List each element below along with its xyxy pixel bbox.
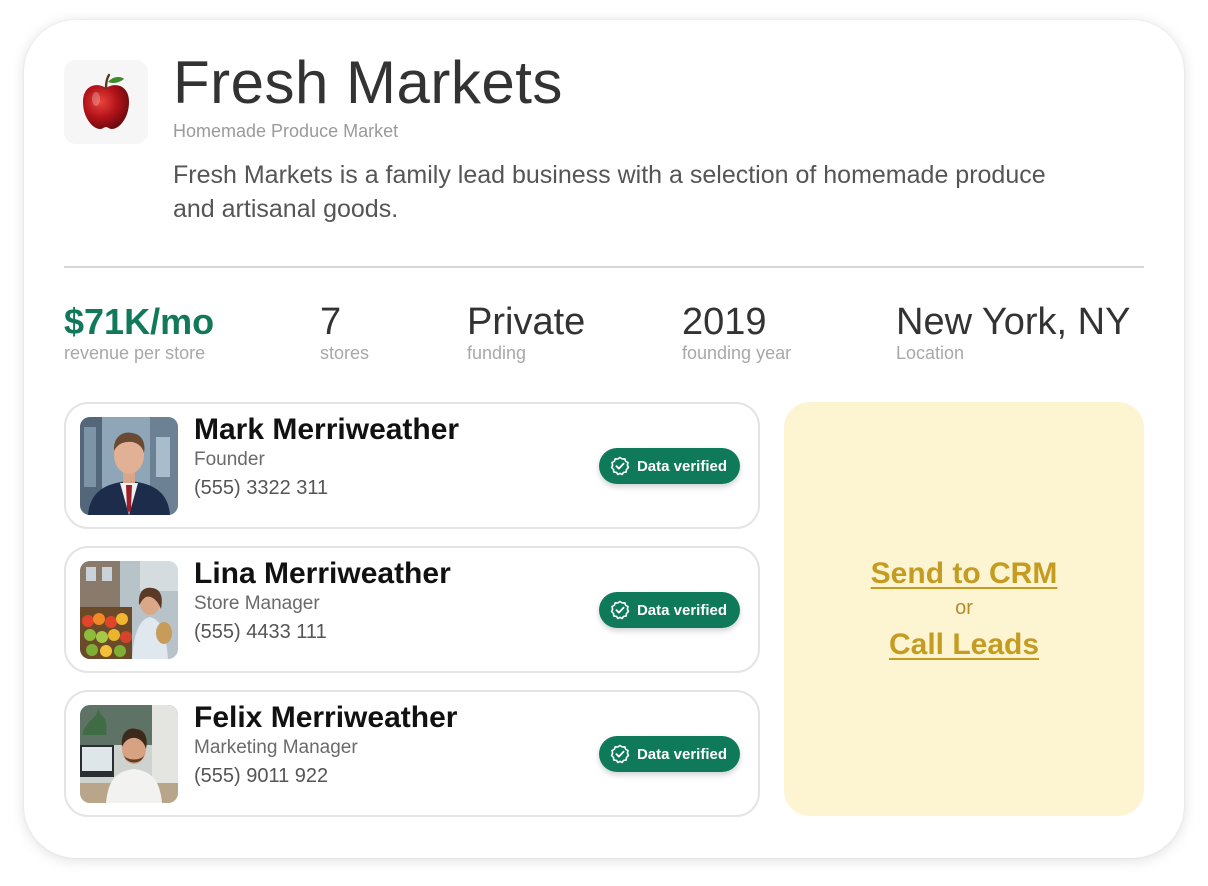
contact-card-mark[interactable]: Mark Merriweather Founder (555) 3322 311… — [64, 402, 760, 529]
verified-check-icon — [610, 744, 630, 764]
stat-label: funding — [467, 343, 527, 363]
contact-phone[interactable]: (555) 3322 311 — [194, 477, 328, 500]
contact-name: Lina Merriweather — [194, 557, 451, 590]
stat-label: Location — [896, 343, 965, 363]
contact-role: Store Manager — [194, 593, 320, 614]
company-description: Fresh Markets is a family lead business … — [173, 161, 1046, 223]
verified-check-icon — [610, 600, 630, 620]
company-name: Fresh Markets — [173, 49, 563, 116]
apple-icon — [83, 73, 129, 129]
or-separator: or — [955, 596, 973, 619]
stat-revenue: $71K/mo revenue per store — [64, 300, 214, 364]
stat-value: New York, NY — [896, 301, 1131, 343]
verified-check-icon — [610, 456, 630, 476]
cta-panel: Send to CRM or Call Leads — [784, 402, 1144, 816]
badge-label: Data verified — [636, 745, 727, 763]
section-divider — [64, 266, 1144, 268]
avatar — [80, 705, 178, 803]
stat-value: 2019 — [682, 301, 767, 343]
stat-value: 7 — [320, 301, 342, 343]
company-subtitle: Homemade Produce Market — [173, 121, 399, 141]
contact-name: Felix Merriweather — [194, 701, 458, 734]
contact-role: Founder — [194, 449, 265, 470]
call-leads-link[interactable]: Call Leads — [889, 628, 1039, 662]
stat-label: founding year — [682, 343, 792, 363]
stat-label: stores — [320, 343, 370, 363]
badge-label: Data verified — [636, 601, 727, 619]
avatar — [80, 417, 178, 515]
contact-phone[interactable]: (555) 9011 922 — [194, 765, 328, 788]
company-logo — [64, 60, 148, 144]
stat-value: Private — [467, 301, 586, 343]
stat-location: New York, NY Location — [896, 300, 1130, 364]
stat-stores: 7 stores — [320, 300, 369, 364]
data-verified-badge: Data verified — [598, 448, 740, 484]
contact-card-lina[interactable]: Lina Merriweather Store Manager (555) 44… — [64, 546, 760, 673]
contact-name: Mark Merriweather — [194, 413, 460, 446]
data-verified-badge: Data verified — [598, 592, 740, 628]
stat-label: revenue per store — [64, 343, 206, 363]
contact-card-felix[interactable]: Felix Merriweather Marketing Manager (55… — [64, 690, 760, 817]
badge-label: Data verified — [636, 457, 727, 475]
contact-role: Marketing Manager — [194, 737, 358, 758]
send-to-crm-link[interactable]: Send to CRM — [871, 557, 1058, 591]
contact-phone[interactable]: (555) 4433 111 — [194, 621, 327, 644]
stat-funding: Private funding — [467, 300, 585, 364]
data-verified-badge: Data verified — [598, 736, 740, 772]
stat-founding-year: 2019 founding year — [682, 300, 791, 364]
avatar — [80, 561, 178, 659]
stat-value: $71K/mo — [64, 301, 215, 342]
